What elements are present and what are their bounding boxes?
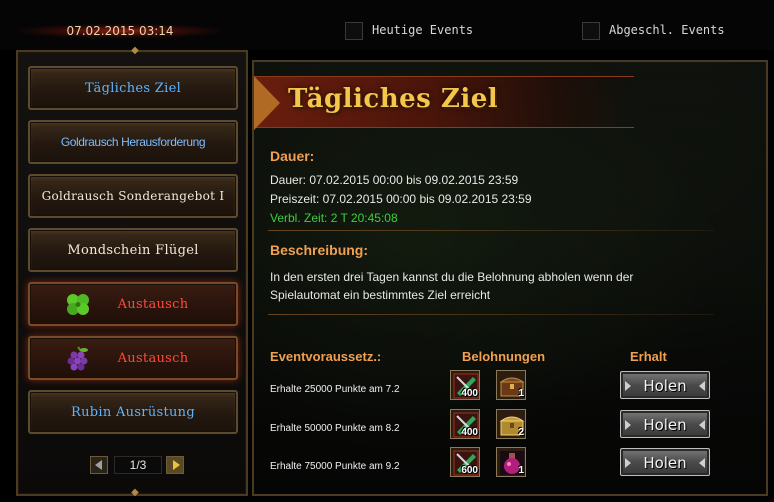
claim-button[interactable]: Holen	[620, 448, 710, 476]
ornament-top-icon: ◆	[131, 45, 139, 56]
reward-slot[interactable]: 2	[496, 409, 526, 439]
event-sidebar: ◆ Tägliches Ziel Goldrausch Herausforder…	[16, 46, 248, 498]
claim-button[interactable]: Holen	[620, 371, 710, 399]
claim-button-label: Holen	[643, 416, 687, 434]
pager-next-button[interactable]	[166, 456, 184, 474]
sidebar-item-exchange-2[interactable]: Austausch	[28, 336, 238, 380]
reward-quantity: 600	[461, 465, 478, 476]
reward-slot[interactable]: 1	[496, 370, 526, 400]
pager-page-indicator: 1/3	[114, 456, 162, 474]
reward-slot[interactable]: 1	[496, 447, 526, 477]
checkbox-closed-label: Abgeschl. Events	[609, 23, 725, 37]
column-header-claim: Erhalt	[630, 349, 667, 364]
sidebar-item-label: Rubin Ausrüstung	[71, 404, 195, 420]
claim-button[interactable]: Holen	[620, 410, 710, 438]
event-detail-panel: Tägliches Ziel Dauer: Dauer: 07.02.2015 …	[252, 60, 768, 496]
duration-line: Dauer: 07.02.2015 00:00 bis 09.02.2015 2…	[270, 173, 519, 187]
sidebar-item-label: Austausch	[117, 296, 189, 312]
clover-icon	[67, 294, 89, 315]
table-row-condition: Erhalte 75000 Punkte am 9.2	[270, 461, 400, 472]
sidebar-item-daily-goal[interactable]: Tägliches Ziel	[28, 66, 238, 110]
arrow-left-icon	[699, 458, 705, 468]
sidebar-item-ruby-equipment[interactable]: Rubin Ausrüstung	[28, 390, 238, 434]
arrow-left-icon	[699, 420, 705, 430]
divider	[268, 314, 714, 315]
reward-quantity: 400	[461, 388, 478, 399]
reward-slot[interactable]: 400	[450, 370, 480, 400]
reward-quantity: 400	[461, 427, 478, 438]
duration-heading: Dauer:	[270, 148, 315, 164]
date-display: 07.02.2015 03:14	[20, 18, 220, 44]
reward-slot[interactable]: 400	[450, 409, 480, 439]
reward-quantity: 2	[518, 427, 524, 438]
claim-button-label: Holen	[643, 377, 687, 395]
sidebar-item-label: Mondschein Flügel	[67, 242, 199, 258]
grapes-icon	[67, 346, 88, 371]
checkbox-closed-events[interactable]	[582, 22, 600, 40]
remaining-time: Verbl. Zeit: 2 T 20:45:08	[270, 211, 398, 225]
claim-button-label: Holen	[643, 454, 687, 472]
column-header-condition: Eventvoraussetz.:	[270, 349, 382, 364]
sidebar-item-moonlight-wings[interactable]: Mondschein Flügel	[28, 228, 238, 272]
arrow-left-icon	[95, 460, 102, 470]
reward-quantity: 1	[518, 388, 524, 399]
sidebar-item-label: Austausch	[117, 350, 189, 366]
page-title: Tägliches Ziel	[288, 84, 499, 114]
pager-prev-button[interactable]	[90, 456, 108, 474]
arrow-left-icon	[699, 381, 705, 391]
checkbox-today-label: Heutige Events	[372, 23, 474, 37]
column-header-rewards: Belohnungen	[462, 349, 546, 364]
checkbox-today-events[interactable]	[345, 22, 363, 40]
sidebar-item-label: Goldrausch Sonderangebot I	[41, 189, 225, 203]
sidebar-item-gold-rush-challenge[interactable]: Goldrausch Herausforderung	[28, 120, 238, 164]
arrow-right-icon	[173, 460, 180, 470]
reward-quantity: 1	[518, 465, 524, 476]
description-heading: Beschreibung:	[270, 242, 369, 258]
sidebar-item-label: Goldrausch Herausforderung	[60, 135, 206, 149]
ornament-bottom-icon: ◆	[131, 487, 139, 498]
table-row-condition: Erhalte 25000 Punkte am 7.2	[270, 384, 400, 395]
prize-time-line: Preiszeit: 07.02.2015 00:00 bis 09.02.20…	[270, 192, 532, 206]
reward-slot[interactable]: 600	[450, 447, 480, 477]
sidebar-item-gold-rush-offer[interactable]: Goldrausch Sonderangebot I	[28, 174, 238, 218]
sidebar-item-exchange-1[interactable]: Austausch	[28, 282, 238, 326]
sidebar-item-label: Tägliches Ziel	[84, 80, 182, 96]
sidebar-pager: 1/3	[90, 456, 186, 476]
divider	[268, 230, 714, 231]
top-bar: 07.02.2015 03:14 Heutige Events Abgeschl…	[0, 0, 774, 50]
date-text: 07.02.2015 03:14	[66, 24, 174, 38]
table-row-condition: Erhalte 50000 Punkte am 8.2	[270, 423, 400, 434]
banner-arrow-icon	[254, 76, 280, 130]
description-text: In den ersten drei Tagen kannst du die B…	[270, 270, 634, 302]
